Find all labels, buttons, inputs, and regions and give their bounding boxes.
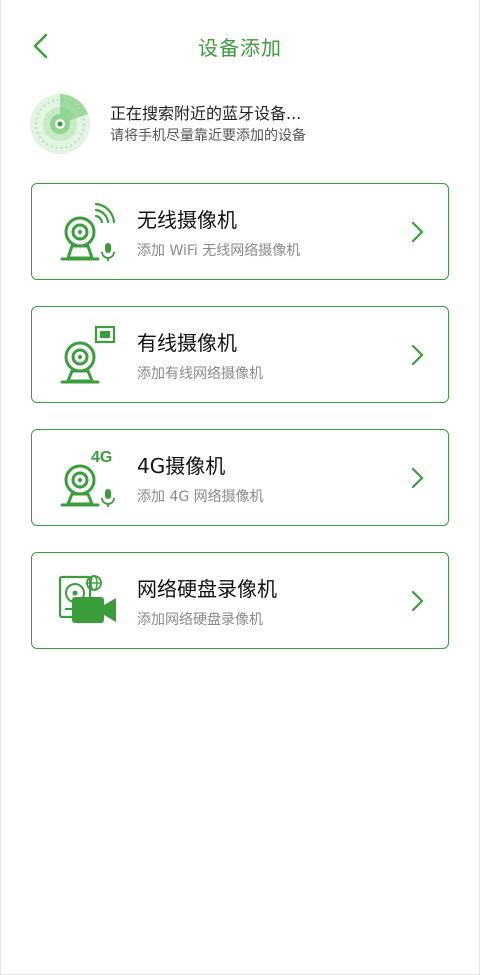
device-subtitle: 添加网络硬盘录像机 — [137, 612, 263, 628]
scan-hint-text: 请将手机尽量靠近要添加的设备 — [110, 128, 306, 144]
wifi-camera-icon — [60, 202, 116, 261]
chevron-right-icon — [411, 221, 424, 243]
device-option-wired-camera[interactable]: 有线摄像机 添加有线网络摄像机 — [31, 306, 449, 403]
device-title: 有线摄像机 — [137, 331, 237, 355]
device-title: 无线摄像机 — [137, 208, 237, 232]
scan-status-text: 正在搜索附近的蓝牙设备... — [110, 104, 302, 123]
chevron-right-icon — [411, 590, 424, 612]
device-option-wireless-camera[interactable]: 无线摄像机 添加 WiFi 无线网络摄像机 — [31, 183, 449, 280]
device-title: 4G摄像机 — [137, 454, 226, 478]
page-title: 设备添加 — [198, 36, 282, 60]
radar-icon — [30, 94, 90, 154]
chevron-right-icon — [411, 344, 424, 366]
device-subtitle: 添加 4G 网络摄像机 — [137, 489, 264, 505]
chevron-right-icon — [411, 467, 424, 489]
device-subtitle: 添加 WiFi 无线网络摄像机 — [137, 243, 301, 259]
4g-camera-icon: 4G — [60, 449, 115, 507]
device-subtitle: 添加有线网络摄像机 — [137, 366, 263, 382]
frame-border-left — [0, 0, 1, 975]
wired-camera-icon — [60, 325, 116, 384]
bluetooth-scan-status: 正在搜索附近的蓝牙设备... 请将手机尽量靠近要添加的设备 — [28, 90, 452, 160]
4g-badge: 4G — [91, 449, 112, 466]
header-bar: 设备添加 — [0, 0, 480, 90]
app-screen: 设备添加 正在搜索附近的蓝牙设备... 请将手机尽量靠近要添加的设备 无线摄像机… — [0, 0, 480, 975]
device-option-nvr[interactable]: 网络硬盘录像机 添加网络硬盘录像机 — [31, 552, 449, 649]
device-option-4g-camera[interactable]: 4G 4G摄像机 添加 4G 网络摄像机 — [31, 429, 449, 526]
nvr-icon — [58, 575, 116, 623]
device-title: 网络硬盘录像机 — [137, 577, 277, 601]
